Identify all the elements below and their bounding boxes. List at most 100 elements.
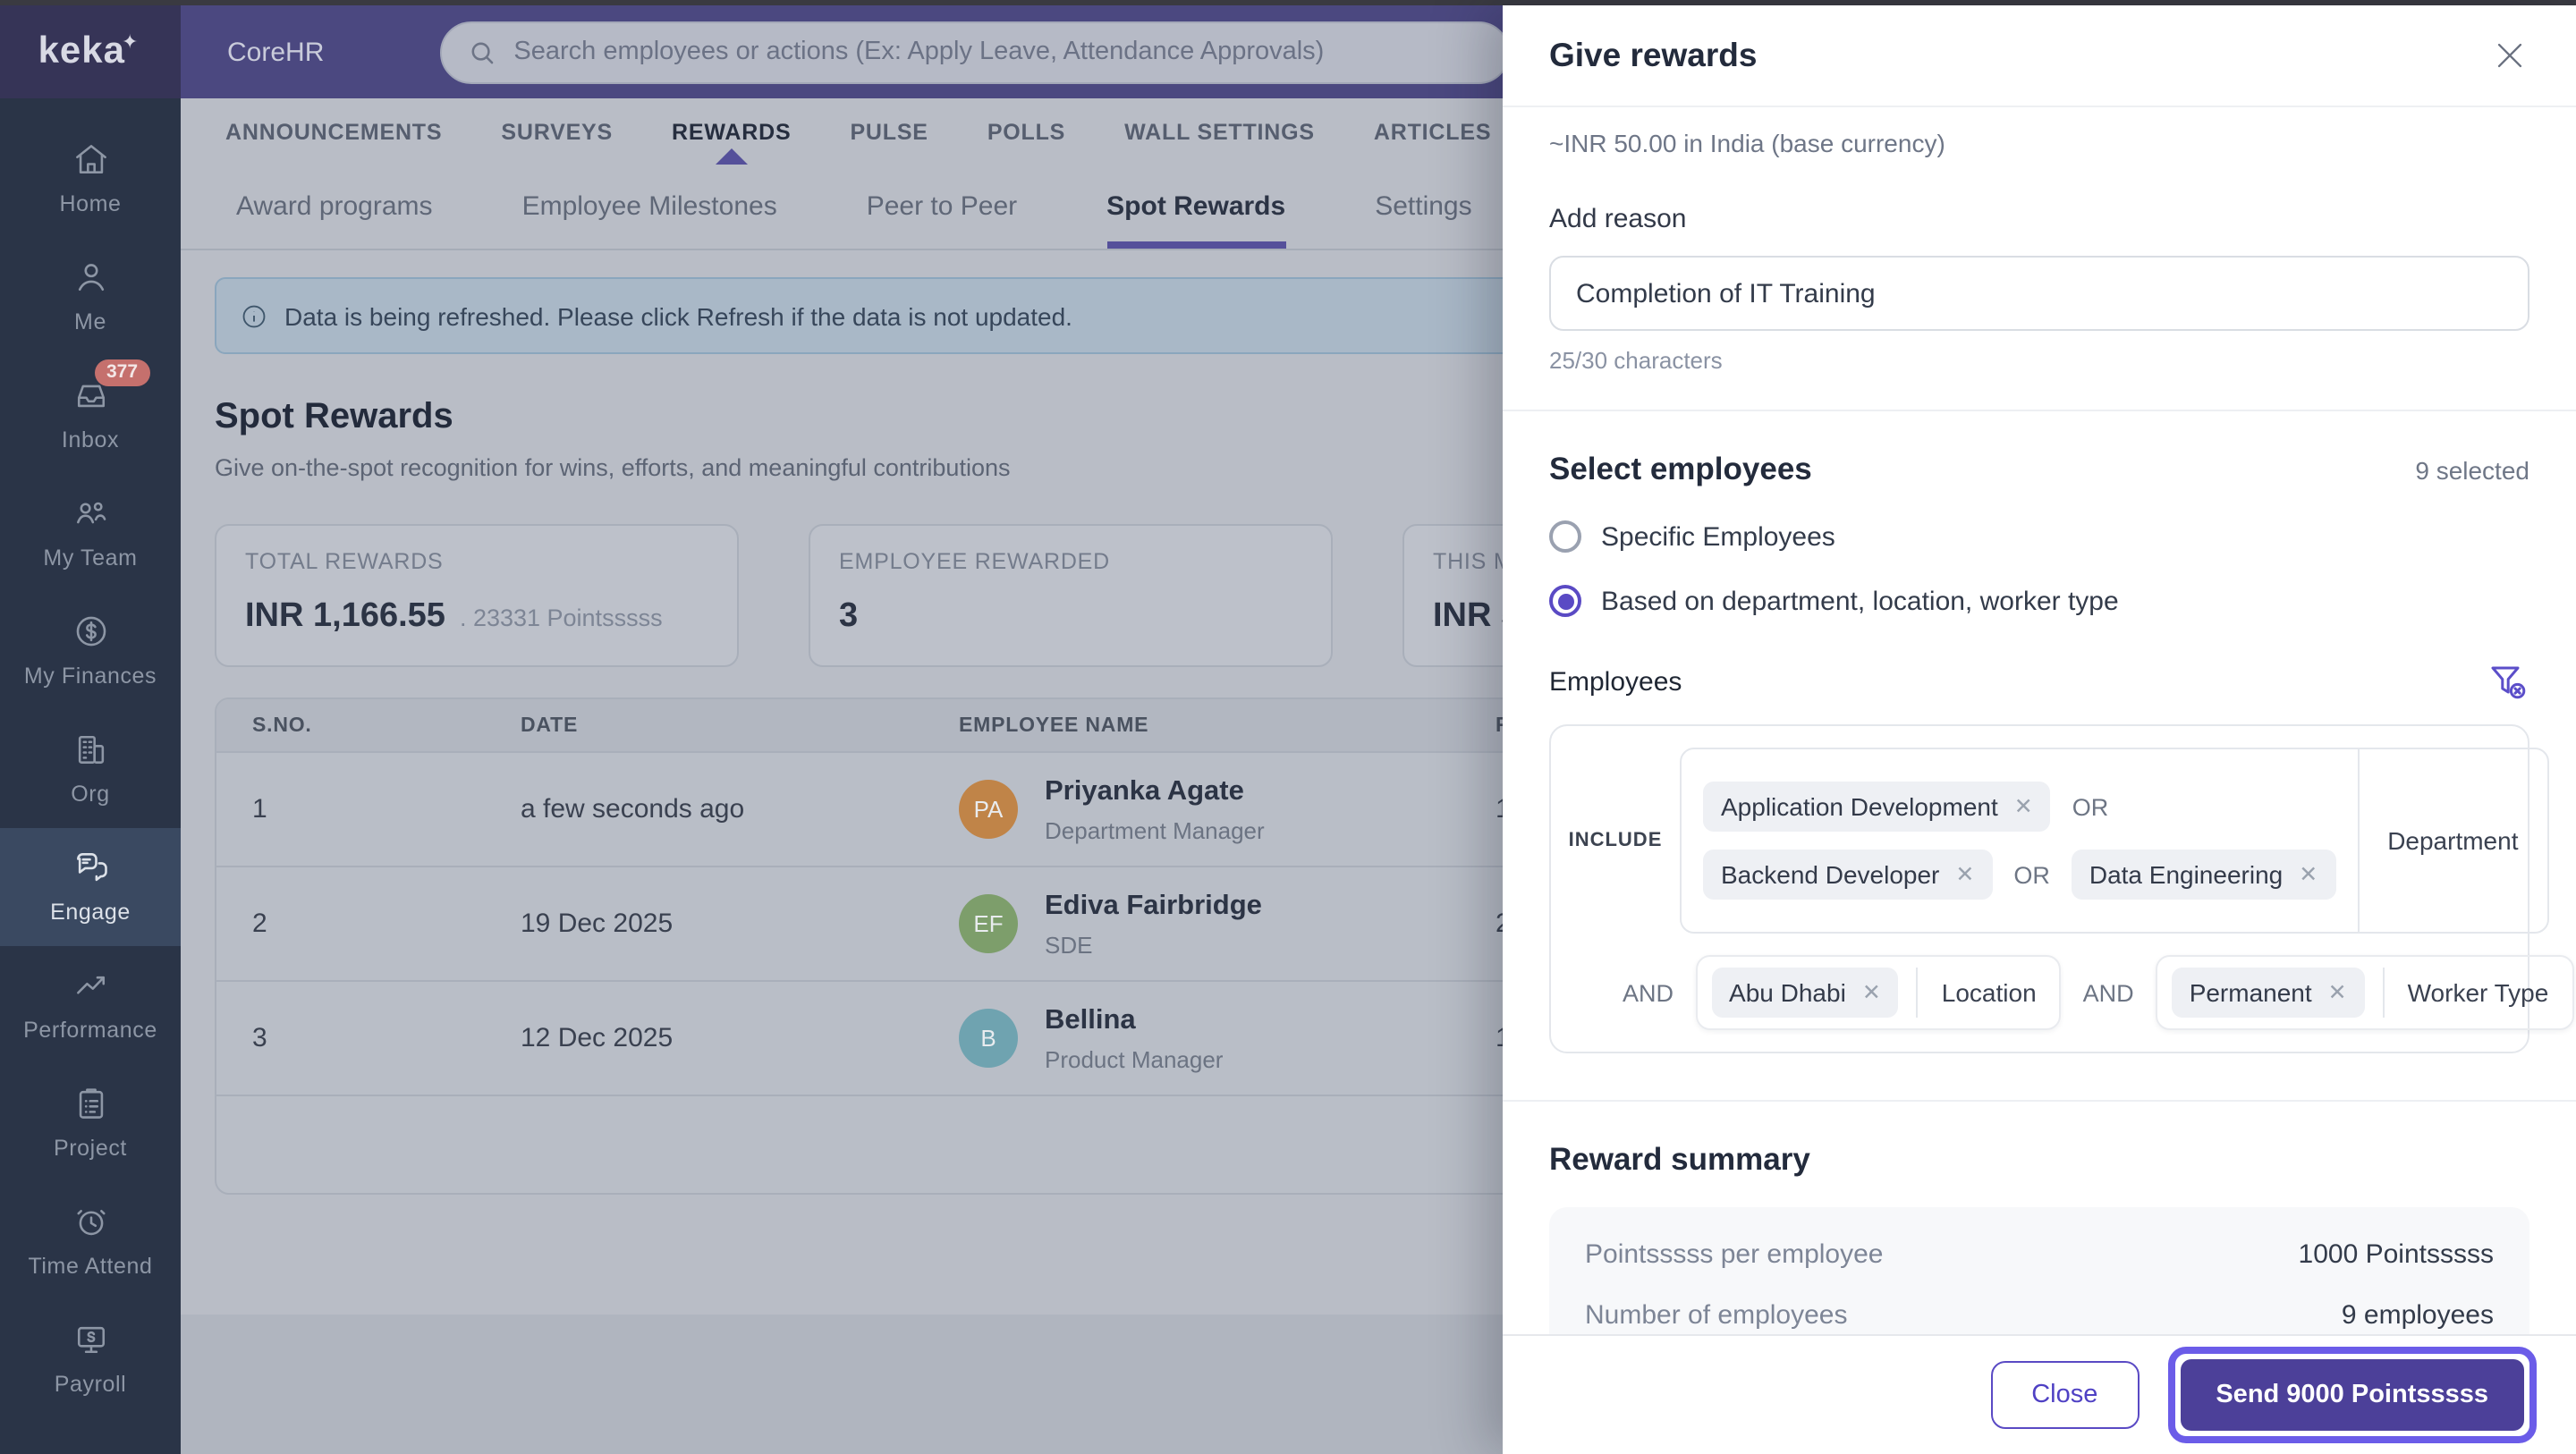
- payroll-icon: [71, 1320, 110, 1359]
- remove-icon[interactable]: ✕: [1862, 981, 1881, 1004]
- sidebar-item-label: My Team: [43, 545, 138, 571]
- reward-summary-card: Pointsssss per employee 1000 Pointsssss …: [1549, 1207, 2529, 1334]
- remove-icon[interactable]: ✕: [1955, 863, 1974, 886]
- avatar: EF: [959, 894, 1018, 953]
- stat-card-total-rewards: TOTAL REWARDS INR 1,166.55 . 23331 Point…: [215, 524, 739, 667]
- subtab[interactable]: Award programs: [236, 165, 433, 249]
- sidebar-item[interactable]: Payroll: [0, 1300, 181, 1418]
- department-filter-group: Application Development ✕ OR Backend Dev…: [1680, 748, 2549, 934]
- sidebar-item-label: Project: [53, 1136, 127, 1161]
- keka-spark-icon: ✦: [122, 31, 140, 53]
- department-group-label: Department: [2357, 749, 2546, 932]
- sidebar-item-label: Time Attend: [28, 1254, 153, 1279]
- worker-type-group-label: Worker Type: [2382, 968, 2572, 1018]
- search-placeholder: Search employees or actions (Ex: Apply L…: [513, 38, 1325, 66]
- sidebar-item-label: Inbox: [61, 427, 120, 452]
- home-icon: [71, 139, 110, 179]
- send-points-button[interactable]: Send 9000 Pointsssss: [2180, 1359, 2524, 1431]
- close-icon[interactable]: [2490, 36, 2529, 75]
- stat-card-employee-rewarded: EMPLOYEE REWARDED 3: [809, 524, 1333, 667]
- sidebar-item-label: Me: [74, 309, 106, 334]
- tab[interactable]: ARTICLES: [1374, 98, 1491, 165]
- reason-input[interactable]: [1549, 256, 2529, 331]
- clear-filter-icon[interactable]: [2487, 660, 2529, 703]
- select-employees-heading: Select employees: [1549, 451, 1812, 486]
- subtab[interactable]: Settings: [1375, 165, 1471, 249]
- subtab[interactable]: Spot Rewards: [1106, 165, 1286, 249]
- radio-specific-employees[interactable]: Specific Employees: [1549, 520, 2529, 553]
- subtab[interactable]: Employee Milestones: [522, 165, 777, 249]
- performance-icon: [71, 966, 110, 1005]
- keka-logo[interactable]: keka ✦: [0, 5, 181, 98]
- close-button[interactable]: Close: [1990, 1361, 2140, 1429]
- character-counter: 25/30 characters: [1549, 347, 1723, 374]
- divider: [1503, 410, 2576, 411]
- sidebar-item-label: My Finances: [23, 664, 157, 689]
- product-name: CoreHR: [227, 37, 325, 67]
- filter-chip-application-development[interactable]: Application Development ✕: [1703, 782, 2051, 832]
- brand-text: keka: [38, 30, 125, 72]
- sidebar-item[interactable]: Org: [0, 710, 181, 828]
- remove-icon[interactable]: ✕: [2328, 981, 2347, 1004]
- filter-chip-permanent[interactable]: Permanent ✕: [2171, 968, 2365, 1018]
- base-currency-note: ~INR 50.00 in India (base currency): [1549, 129, 1945, 157]
- sidebar-item[interactable]: My Team: [0, 474, 181, 592]
- filter-chip-data-engineering[interactable]: Data Engineering ✕: [2071, 850, 2336, 900]
- employee-filter-box: INCLUDE Application Development ✕ OR Bac…: [1549, 724, 2574, 1053]
- sidebar-item[interactable]: Performance: [0, 946, 181, 1064]
- global-search-input[interactable]: Search employees or actions (Ex: Apply L…: [440, 21, 1511, 83]
- remove-icon[interactable]: ✕: [2014, 795, 2033, 818]
- avatar: B: [959, 1009, 1018, 1068]
- sidebar-item-label: Home: [59, 191, 122, 216]
- sidebar-item[interactable]: Home: [0, 120, 181, 238]
- refresh-info-banner: Data is being refreshed. Please click Re…: [215, 277, 1521, 354]
- subtab[interactable]: Peer to Peer: [867, 165, 1017, 249]
- selected-count: 9 selected: [2415, 455, 2529, 484]
- tab[interactable]: WALL SETTINGS: [1124, 98, 1315, 165]
- give-rewards-drawer: Give rewards ~INR 50.00 in India (base c…: [1503, 5, 2576, 1454]
- remove-icon[interactable]: ✕: [2299, 863, 2318, 886]
- filter-chip-backend-developer[interactable]: Backend Developer ✕: [1703, 850, 1993, 900]
- user-icon: [71, 258, 110, 297]
- send-button-highlight-ring: Send 9000 Pointsssss: [2167, 1347, 2537, 1443]
- inbox-icon: 377: [71, 359, 151, 415]
- filter-chip-abu-dhabi[interactable]: Abu Dhabi ✕: [1711, 968, 1899, 1018]
- drawer-footer: Close Send 9000 Pointsssss: [1503, 1334, 2576, 1454]
- tab[interactable]: SURVEYS: [501, 98, 613, 165]
- sidebar-item[interactable]: Time Attend: [0, 1182, 181, 1300]
- include-label: INCLUDE: [1568, 830, 1663, 851]
- radio-icon[interactable]: [1549, 520, 1581, 553]
- reason-label: Add reason: [1549, 204, 1687, 234]
- team-icon: [71, 494, 110, 533]
- employees-label: Employees: [1549, 666, 1682, 697]
- sidebar-item[interactable]: Me: [0, 238, 181, 356]
- sidebar-item-label: Engage: [50, 900, 131, 925]
- tab[interactable]: POLLS: [987, 98, 1065, 165]
- org-icon: [71, 730, 110, 769]
- drawer-header: Give rewards: [1503, 5, 2576, 107]
- avatar: PA: [959, 780, 1018, 839]
- radio-based-on-department[interactable]: Based on department, location, worker ty…: [1549, 585, 2529, 617]
- worker-type-filter-group: Permanent ✕ Worker Type: [2155, 955, 2574, 1030]
- sidebar-item[interactable]: 377 Inbox: [0, 356, 181, 474]
- drawer-body: ~INR 50.00 in India (base currency) Add …: [1503, 107, 2576, 1334]
- time-icon: [71, 1202, 110, 1241]
- drawer-title: Give rewards: [1549, 36, 1758, 73]
- tab[interactable]: ANNOUNCEMENTS: [225, 98, 442, 165]
- divider: [1503, 1100, 2576, 1102]
- sidebar-item-label: Performance: [23, 1018, 157, 1043]
- engage-icon: [71, 848, 110, 887]
- tab[interactable]: REWARDS: [672, 98, 791, 165]
- banner-text: Data is being refreshed. Please click Re…: [284, 301, 1072, 330]
- project-icon: [71, 1084, 110, 1123]
- sidebar-item[interactable]: Project: [0, 1064, 181, 1182]
- reward-summary-heading: Reward summary: [1549, 1141, 1810, 1177]
- tab[interactable]: PULSE: [850, 98, 928, 165]
- radio-icon[interactable]: [1549, 585, 1581, 617]
- location-filter-group: Abu Dhabi ✕ Location: [1695, 955, 2062, 1030]
- app-root: keka ✦ CoreHR Search employees or action…: [0, 0, 2576, 1454]
- sidebar-item-label: Payroll: [54, 1372, 127, 1397]
- search-icon: [471, 41, 494, 63]
- sidebar-item[interactable]: Engage: [0, 828, 181, 946]
- sidebar-item[interactable]: My Finances: [0, 592, 181, 710]
